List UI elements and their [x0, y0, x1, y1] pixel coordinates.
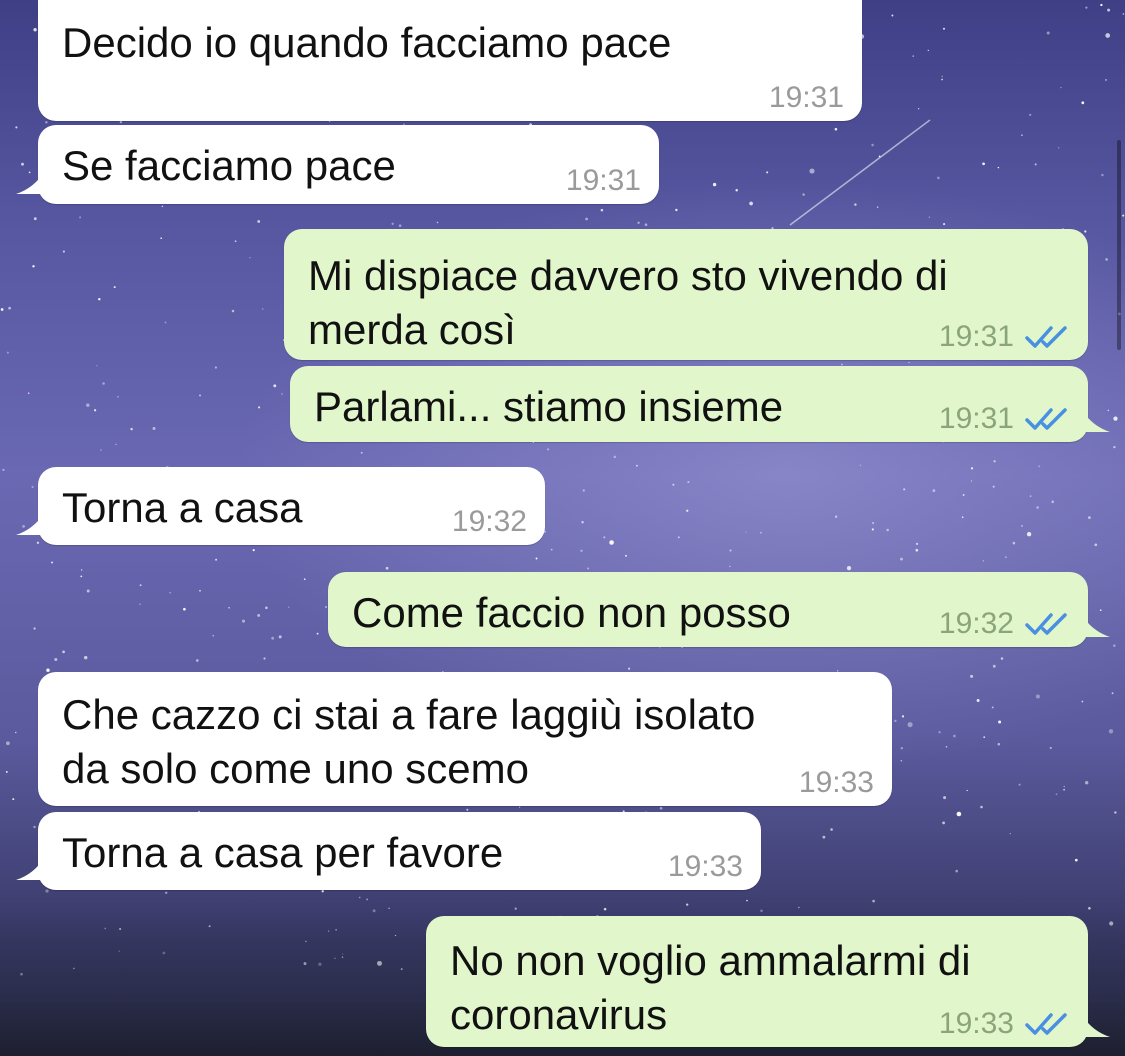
message-text: Torna a casa per favore [62, 829, 504, 876]
message-time: 19:32 [451, 505, 527, 538]
message-time: 19:31 [768, 81, 844, 114]
double-check-icon [1025, 408, 1067, 430]
message-meta: 19:33 [668, 850, 743, 884]
message-meta: 19:31 [566, 164, 641, 198]
message-bubble-outgoing[interactable]: Mi dispiace davvero sto vivendo di merda… [284, 229, 1088, 360]
message-meta: 19:31 [939, 402, 1070, 436]
message-meta: 19:32 [939, 607, 1070, 641]
message-bubble-outgoing[interactable]: Come faccio non posso 19:32 [328, 572, 1110, 647]
chat-conversation[interactable]: Decido io quando facciamo pace 19:31 Se … [0, 0, 1125, 1056]
message-bubble-incoming[interactable]: Se facciamo pace 19:31 [16, 125, 659, 204]
message-time: 19:31 [938, 402, 1014, 435]
bubble-tail [1082, 1015, 1110, 1037]
message-meta: 19:32 [452, 505, 527, 539]
message-time: 19:33 [798, 766, 874, 799]
message-time: 19:31 [938, 320, 1014, 353]
message-bubble-incoming[interactable]: Decido io quando facciamo pace 19:31 [38, 0, 862, 121]
message-bubble-outgoing[interactable]: Parlami... stiamo insieme 19:31 [290, 366, 1110, 442]
message-meta: 19:33 [799, 766, 874, 800]
message-time: 19:33 [938, 1007, 1014, 1040]
bubble-tail [16, 513, 44, 535]
message-text: Se facciamo pace [62, 142, 396, 189]
message-text: Decido io quando facciamo pace [62, 19, 672, 66]
double-check-icon [1025, 613, 1067, 635]
message-meta: 19:31 [939, 320, 1070, 354]
double-check-icon [1025, 1013, 1067, 1035]
message-bubble-incoming[interactable]: Che cazzo ci stai a fare laggiù isolato … [38, 672, 892, 806]
message-text: Che cazzo ci stai a fare laggiù isolato … [62, 691, 756, 792]
bubble-tail [1082, 410, 1110, 432]
message-bubble-outgoing[interactable]: No non voglio ammalarmi di coronavirus 1… [426, 916, 1110, 1047]
message-bubble-incoming[interactable]: Torna a casa 19:32 [16, 467, 545, 545]
bubble-tail [16, 858, 44, 880]
message-meta: 19:33 [939, 1007, 1070, 1041]
message-meta: 19:31 [769, 81, 844, 115]
message-time: 19:32 [938, 607, 1014, 640]
scroll-indicator[interactable] [1117, 140, 1121, 350]
message-time: 19:31 [565, 164, 641, 197]
message-bubble-incoming[interactable]: Torna a casa per favore 19:33 [16, 812, 761, 890]
bubble-tail [16, 172, 44, 194]
message-time: 19:33 [667, 850, 743, 883]
bubble-tail [1082, 615, 1110, 637]
double-check-icon [1025, 326, 1067, 348]
